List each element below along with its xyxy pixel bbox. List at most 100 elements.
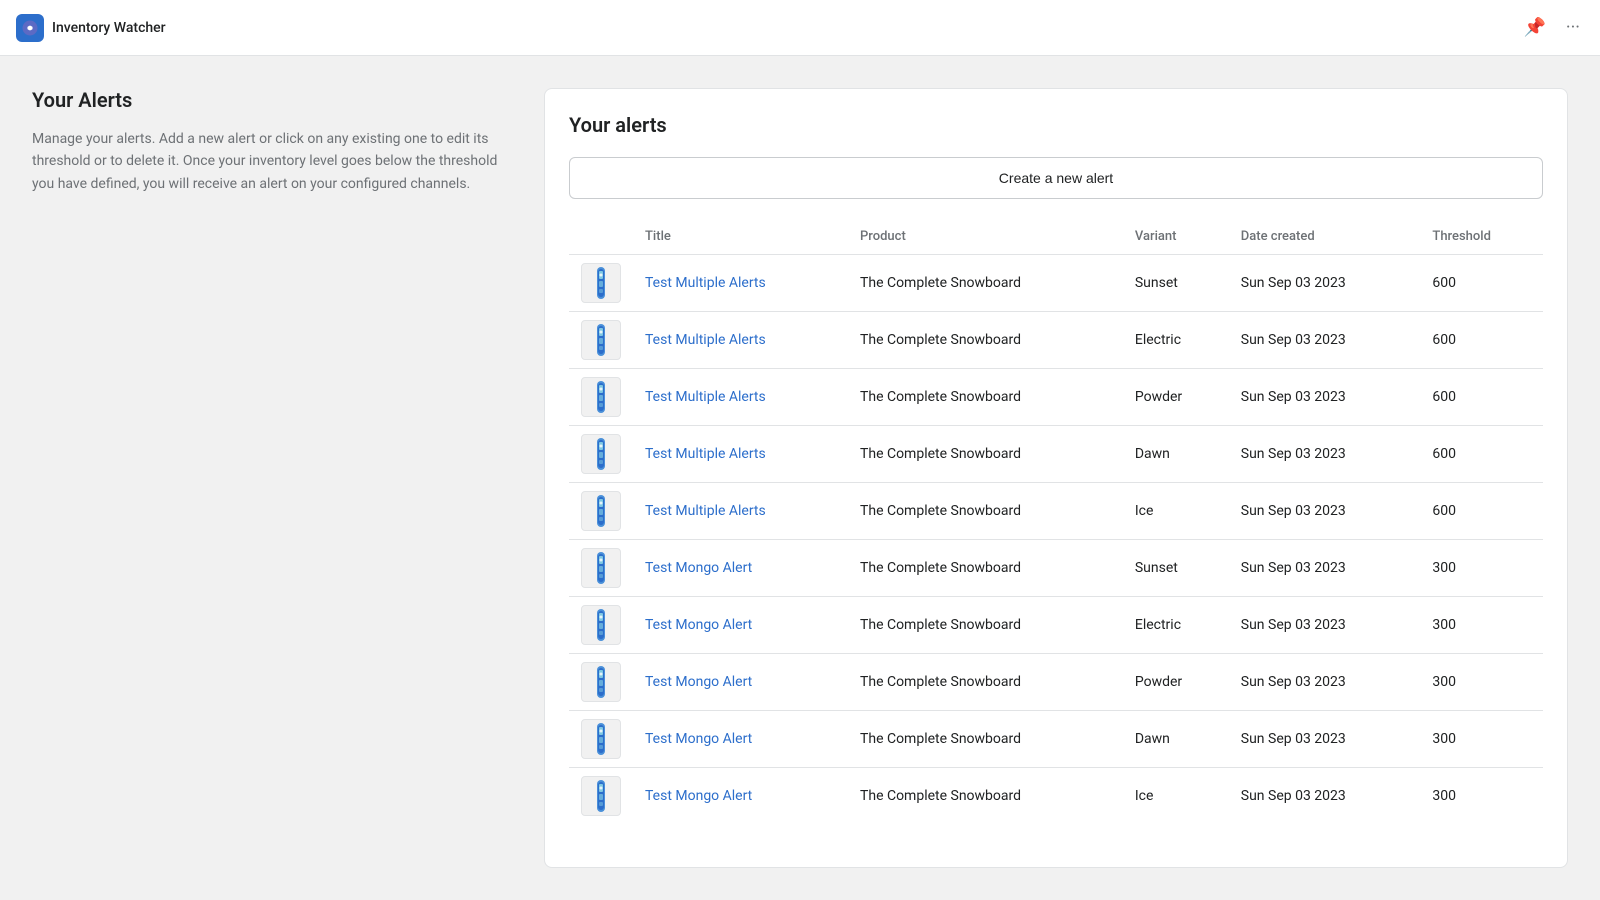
product-thumb xyxy=(581,434,621,474)
product-image-cell xyxy=(569,768,633,825)
sidebar: Your Alerts Manage your alerts. Add a ne… xyxy=(32,88,512,868)
product-cell: The Complete Snowboard xyxy=(848,654,1123,711)
alert-title-cell[interactable]: Test Multiple Alerts xyxy=(633,483,848,540)
alert-title-cell[interactable]: Test Multiple Alerts xyxy=(633,426,848,483)
date-cell: Sun Sep 03 2023 xyxy=(1229,255,1421,312)
product-thumb xyxy=(581,491,621,531)
alert-title-cell[interactable]: Test Mongo Alert xyxy=(633,540,848,597)
product-image-cell xyxy=(569,540,633,597)
alert-title-link[interactable]: Test Multiple Alerts xyxy=(645,332,766,348)
date-cell: Sun Sep 03 2023 xyxy=(1229,711,1421,768)
date-cell: Sun Sep 03 2023 xyxy=(1229,312,1421,369)
col-variant: Variant xyxy=(1123,219,1229,255)
product-cell: The Complete Snowboard xyxy=(848,768,1123,825)
alert-title-cell[interactable]: Test Mongo Alert xyxy=(633,597,848,654)
alert-title-cell[interactable]: Test Mongo Alert xyxy=(633,711,848,768)
variant-cell: Electric xyxy=(1123,312,1229,369)
threshold-cell: 600 xyxy=(1420,483,1543,540)
variant-cell: Powder xyxy=(1123,369,1229,426)
variant-cell: Dawn xyxy=(1123,426,1229,483)
table-row[interactable]: Test Multiple Alerts The Complete Snowboa… xyxy=(569,426,1543,483)
threshold-cell: 300 xyxy=(1420,711,1543,768)
threshold-cell: 300 xyxy=(1420,654,1543,711)
product-thumb xyxy=(581,377,621,417)
threshold-cell: 600 xyxy=(1420,369,1543,426)
alert-title-cell[interactable]: Test Mongo Alert xyxy=(633,768,848,825)
product-cell: The Complete Snowboard xyxy=(848,426,1123,483)
top-bar: Inventory Watcher 📌 ··· xyxy=(0,0,1600,56)
product-image-cell xyxy=(569,369,633,426)
date-cell: Sun Sep 03 2023 xyxy=(1229,654,1421,711)
product-cell: The Complete Snowboard xyxy=(848,711,1123,768)
threshold-cell: 300 xyxy=(1420,597,1543,654)
product-thumb xyxy=(581,320,621,360)
alert-title-cell[interactable]: Test Mongo Alert xyxy=(633,654,848,711)
product-image-cell xyxy=(569,312,633,369)
alert-title-link[interactable]: Test Mongo Alert xyxy=(645,674,752,690)
threshold-cell: 600 xyxy=(1420,426,1543,483)
alert-title-link[interactable]: Test Multiple Alerts xyxy=(645,503,766,519)
table-row[interactable]: Test Mongo Alert The Complete SnowboardDa… xyxy=(569,711,1543,768)
alert-title-cell[interactable]: Test Multiple Alerts xyxy=(633,312,848,369)
product-image-cell xyxy=(569,483,633,540)
table-row[interactable]: Test Mongo Alert The Complete SnowboardPo… xyxy=(569,654,1543,711)
threshold-cell: 600 xyxy=(1420,312,1543,369)
alert-title-link[interactable]: Test Multiple Alerts xyxy=(645,389,766,405)
table-row[interactable]: Test Multiple Alerts The Complete Snowboa… xyxy=(569,255,1543,312)
table-row[interactable]: Test Mongo AlertThe Complete SnowboardEl… xyxy=(569,597,1543,654)
product-cell: The Complete Snowboard xyxy=(848,369,1123,426)
more-icon[interactable]: ··· xyxy=(1562,13,1584,42)
product-thumb xyxy=(581,662,621,702)
alert-title-link[interactable]: Test Mongo Alert xyxy=(645,560,752,576)
variant-cell: Sunset xyxy=(1123,540,1229,597)
table-row[interactable]: Test Mongo AlertThe Complete SnowboardSu… xyxy=(569,540,1543,597)
col-date: Date created xyxy=(1229,219,1421,255)
variant-cell: Ice xyxy=(1123,768,1229,825)
variant-cell: Powder xyxy=(1123,654,1229,711)
table-row[interactable]: Test Multiple Alerts The Complete Snowboa… xyxy=(569,483,1543,540)
table-header: Title Product Variant Date created Thres… xyxy=(569,219,1543,255)
alert-title-cell[interactable]: Test Multiple Alerts xyxy=(633,369,848,426)
alerts-table: Title Product Variant Date created Thres… xyxy=(569,219,1543,824)
product-thumb xyxy=(581,263,621,303)
create-alert-button[interactable]: Create a new alert xyxy=(569,157,1543,199)
product-thumb xyxy=(581,548,621,588)
variant-cell: Ice xyxy=(1123,483,1229,540)
alert-title-link[interactable]: Test Mongo Alert xyxy=(645,788,752,804)
sidebar-title: Your Alerts xyxy=(32,88,512,112)
threshold-cell: 300 xyxy=(1420,768,1543,825)
threshold-cell: 300 xyxy=(1420,540,1543,597)
alert-title-link[interactable]: Test Mongo Alert xyxy=(645,731,752,747)
col-title: Title xyxy=(633,219,848,255)
main-content: Your Alerts Manage your alerts. Add a ne… xyxy=(0,56,1600,900)
date-cell: Sun Sep 03 2023 xyxy=(1229,597,1421,654)
product-thumb xyxy=(581,605,621,645)
top-bar-right: 📌 ··· xyxy=(1519,13,1584,42)
product-image-cell xyxy=(569,255,633,312)
table-row[interactable]: Test Mongo Alert The Complete SnowboardIc… xyxy=(569,768,1543,825)
variant-cell: Dawn xyxy=(1123,711,1229,768)
alert-title-cell[interactable]: Test Multiple Alerts xyxy=(633,255,848,312)
product-cell: The Complete Snowboard xyxy=(848,312,1123,369)
alert-title-link[interactable]: Test Mongo Alert xyxy=(645,617,752,633)
col-thumb xyxy=(569,219,633,255)
pin-icon[interactable]: 📌 xyxy=(1519,13,1549,42)
table-row[interactable]: Test Multiple Alerts The Complete Snowboa… xyxy=(569,312,1543,369)
alert-title-link[interactable]: Test Multiple Alerts xyxy=(645,275,766,291)
product-image-cell xyxy=(569,711,633,768)
date-cell: Sun Sep 03 2023 xyxy=(1229,540,1421,597)
product-cell: The Complete Snowboard xyxy=(848,483,1123,540)
table-row[interactable]: Test Multiple Alerts The Complete Snowboa… xyxy=(569,369,1543,426)
panel-title: Your alerts xyxy=(569,113,1543,137)
product-cell: The Complete Snowboard xyxy=(848,255,1123,312)
product-thumb xyxy=(581,719,621,759)
app-icon xyxy=(16,14,44,42)
top-bar-left: Inventory Watcher xyxy=(16,14,166,42)
date-cell: Sun Sep 03 2023 xyxy=(1229,426,1421,483)
alert-title-link[interactable]: Test Multiple Alerts xyxy=(645,446,766,462)
date-cell: Sun Sep 03 2023 xyxy=(1229,483,1421,540)
product-image-cell xyxy=(569,597,633,654)
col-product: Product xyxy=(848,219,1123,255)
table-body: Test Multiple Alerts The Complete Snowboa… xyxy=(569,255,1543,825)
app-title: Inventory Watcher xyxy=(52,20,166,36)
